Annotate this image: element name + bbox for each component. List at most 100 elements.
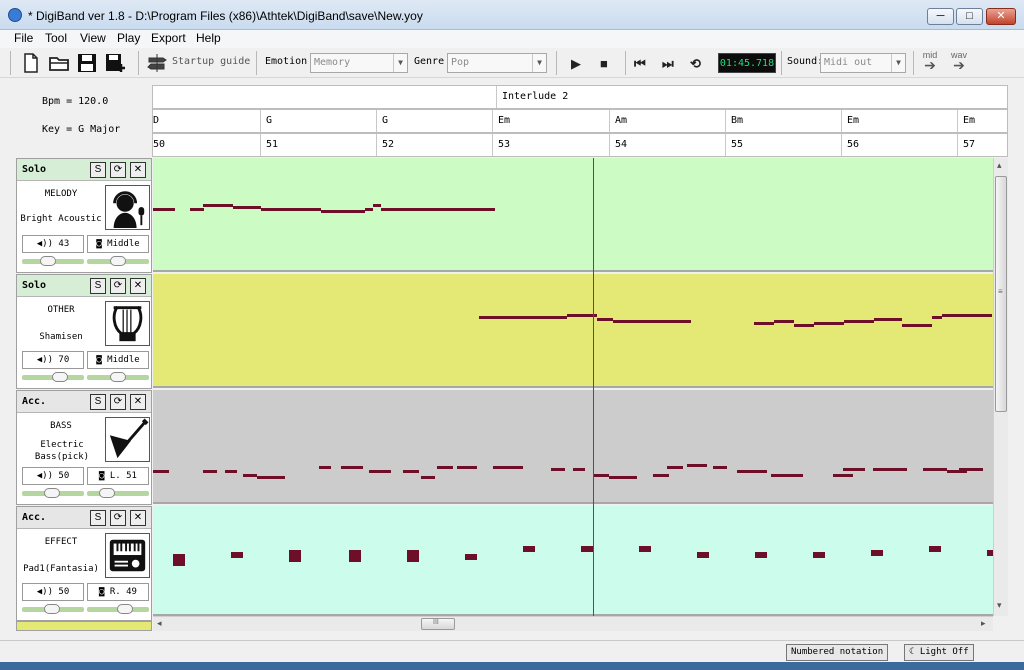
note-block[interactable] xyxy=(403,470,419,473)
pan-control[interactable]: ◙ Middle xyxy=(87,235,149,253)
note-block[interactable] xyxy=(874,318,902,321)
slider-knob[interactable] xyxy=(110,372,126,382)
note-block[interactable] xyxy=(231,552,243,558)
pan-control[interactable]: ◙ Middle xyxy=(87,351,149,369)
note-block[interactable] xyxy=(942,314,992,317)
slider-knob[interactable] xyxy=(110,256,126,266)
chord-cell[interactable]: Em xyxy=(492,110,609,132)
play-icon[interactable]: ▶ xyxy=(571,56,581,72)
track-mode[interactable]: Acc. xyxy=(22,512,46,523)
note-block[interactable] xyxy=(653,474,669,477)
note-block[interactable] xyxy=(737,470,767,473)
chord-cell[interactable]: Am xyxy=(609,110,725,132)
note-block[interactable] xyxy=(233,206,261,209)
synthesizer-icon[interactable] xyxy=(105,533,150,578)
remove-track-button[interactable]: ✕ xyxy=(130,394,146,410)
note-block[interactable] xyxy=(653,320,691,323)
startup-guide-button[interactable]: Startup guide xyxy=(172,56,250,67)
note-block[interactable] xyxy=(833,474,853,477)
minimize-button[interactable]: ─ xyxy=(927,8,954,25)
note-block[interactable] xyxy=(932,316,942,319)
note-block[interactable] xyxy=(873,468,907,471)
track-lane-other[interactable] xyxy=(153,274,993,388)
measure-cell[interactable]: 52 xyxy=(376,134,492,156)
volume-control[interactable]: ◀)) 70 xyxy=(22,351,84,369)
note-block[interactable] xyxy=(667,466,683,469)
numbered-notation-button[interactable]: Numbered notation xyxy=(786,644,889,661)
note-block[interactable] xyxy=(243,474,257,477)
emotion-select[interactable]: Memory ▼ xyxy=(310,53,408,73)
note-block[interactable] xyxy=(479,316,539,319)
solo-button[interactable]: S xyxy=(90,394,106,410)
note-block[interactable] xyxy=(349,556,361,562)
note-block[interactable] xyxy=(771,474,803,477)
save-icon[interactable] xyxy=(76,52,98,74)
track-mode[interactable]: Solo xyxy=(22,164,46,175)
export-mid-button[interactable]: mid ➔ xyxy=(918,50,942,72)
reset-icon[interactable]: ⟳ xyxy=(110,278,126,294)
note-block[interactable] xyxy=(813,552,825,558)
lyre-icon[interactable] xyxy=(105,301,150,346)
note-block[interactable] xyxy=(843,468,865,471)
measure-cell[interactable]: 54 xyxy=(609,134,725,156)
remove-track-button[interactable]: ✕ xyxy=(130,162,146,178)
note-block[interactable] xyxy=(687,464,707,467)
note-block[interactable] xyxy=(457,466,477,469)
note-block[interactable] xyxy=(593,474,609,477)
note-block[interactable] xyxy=(713,466,727,469)
scroll-right-icon[interactable]: ▸ xyxy=(981,618,986,629)
note-block[interactable] xyxy=(581,546,593,552)
pan-control[interactable]: ◙ R. 49 xyxy=(87,583,149,601)
note-block[interactable] xyxy=(321,210,365,213)
chord-cell[interactable]: G xyxy=(260,110,376,132)
startup-guide-icon[interactable] xyxy=(146,52,168,74)
note-block[interactable] xyxy=(407,556,419,562)
skip-to-end-icon[interactable]: ⏭ xyxy=(662,56,674,72)
measure-cell[interactable]: 56 xyxy=(841,134,957,156)
solo-button[interactable]: S xyxy=(90,278,106,294)
reset-icon[interactable]: ⟳ xyxy=(110,162,126,178)
note-block[interactable] xyxy=(319,466,331,469)
pan-slider[interactable] xyxy=(87,604,149,614)
maximize-button[interactable]: □ xyxy=(956,8,983,25)
measure-cell[interactable]: 57 xyxy=(957,134,1007,156)
note-block[interactable] xyxy=(597,318,613,321)
reset-icon[interactable]: ⟳ xyxy=(110,394,126,410)
note-block[interactable] xyxy=(697,552,709,558)
key-display[interactable]: Key = G Major xyxy=(42,124,120,135)
note-block[interactable] xyxy=(153,208,175,211)
light-toggle-button[interactable]: ☾ Light Off xyxy=(904,644,974,661)
instrument-name[interactable]: Shamisen xyxy=(19,331,103,343)
note-block[interactable] xyxy=(173,560,185,566)
menu-tool[interactable]: Tool xyxy=(45,31,67,45)
menu-play[interactable]: Play xyxy=(117,31,140,45)
slider-knob[interactable] xyxy=(44,488,60,498)
note-block[interactable] xyxy=(369,470,391,473)
note-block[interactable] xyxy=(923,468,947,471)
scroll-left-icon[interactable]: ◂ xyxy=(157,618,162,629)
menu-export[interactable]: Export xyxy=(151,31,186,45)
reset-icon[interactable]: ⟳ xyxy=(110,510,126,526)
solo-button[interactable]: S xyxy=(90,510,106,526)
note-block[interactable] xyxy=(794,324,814,327)
track-lane-melody[interactable] xyxy=(153,158,993,272)
track-lane-effect[interactable] xyxy=(153,506,993,616)
volume-slider[interactable] xyxy=(22,256,84,266)
note-block[interactable] xyxy=(381,208,495,211)
horizontal-scroll-thumb[interactable]: III xyxy=(421,618,455,630)
measure-cell[interactable]: 50 xyxy=(153,134,260,156)
note-block[interactable] xyxy=(373,204,381,207)
note-block[interactable] xyxy=(365,208,373,211)
rewind-to-start-icon[interactable]: ⏮ xyxy=(634,56,646,72)
track-lane-bass[interactable] xyxy=(153,390,993,504)
note-block[interactable] xyxy=(225,470,237,473)
instrument-name[interactable]: Bright Acoustic xyxy=(19,213,103,225)
note-block[interactable] xyxy=(639,546,651,552)
horizontal-scrollbar[interactable]: ◂ III ▸ xyxy=(153,616,993,631)
pan-slider[interactable] xyxy=(87,256,149,266)
note-block[interactable] xyxy=(539,316,567,319)
singer-icon[interactable] xyxy=(105,185,150,230)
note-block[interactable] xyxy=(289,556,301,562)
new-file-icon[interactable] xyxy=(20,52,42,74)
note-block[interactable] xyxy=(261,208,321,211)
